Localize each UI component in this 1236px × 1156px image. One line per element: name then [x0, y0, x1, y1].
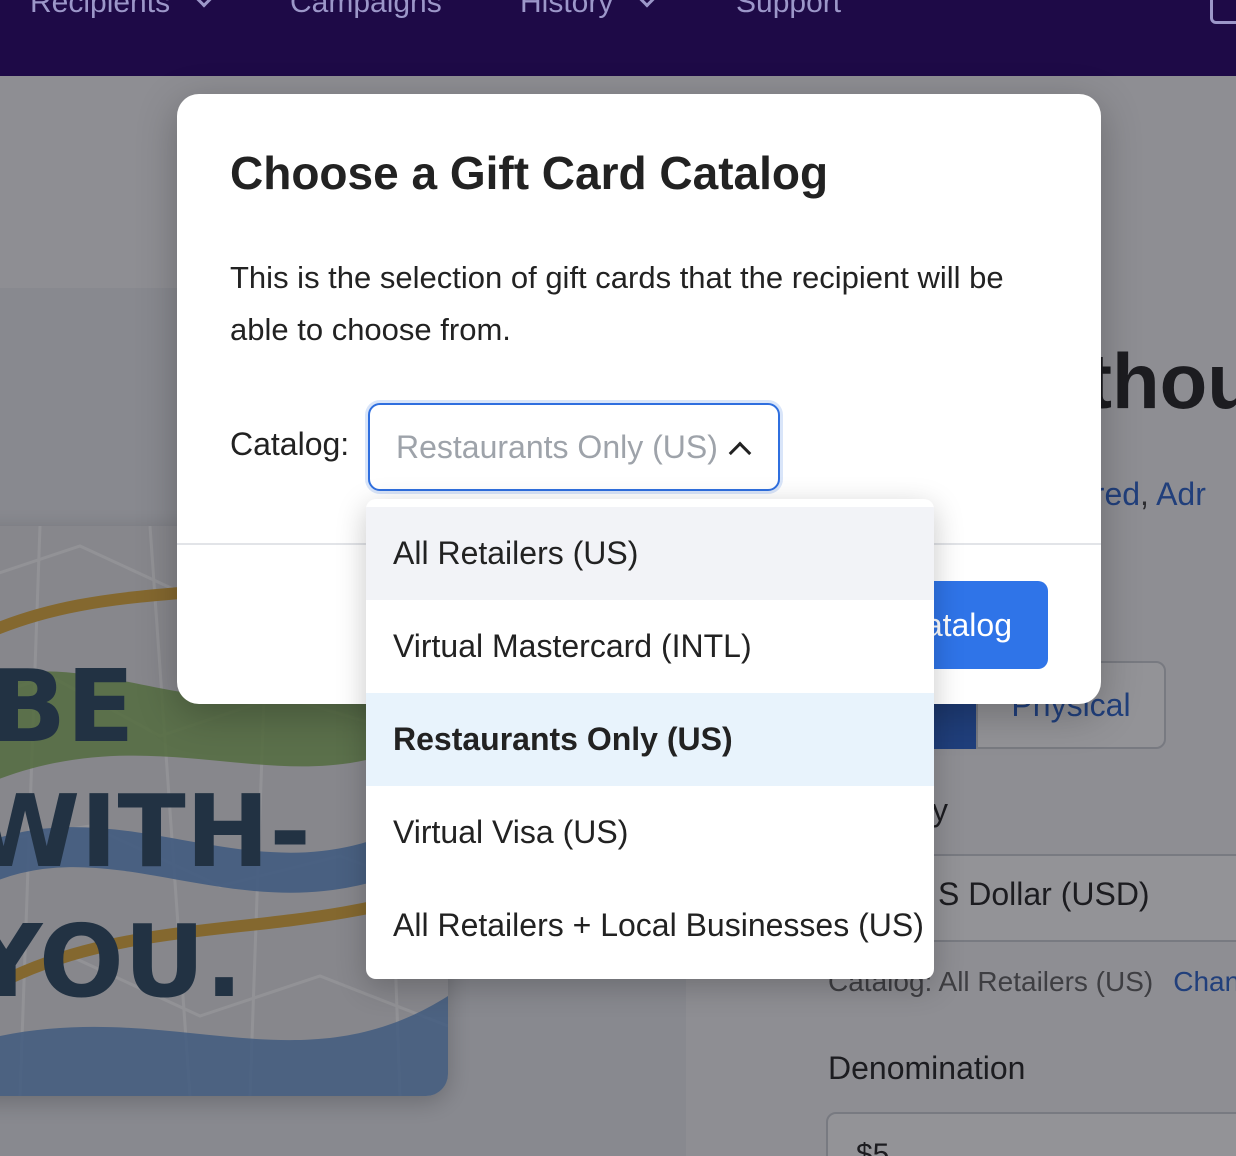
modal-title: Choose a Gift Card Catalog — [230, 147, 829, 199]
catalog-option-restaurants-only[interactable]: Restaurants Only (US) — [366, 693, 934, 786]
catalog-option-virtual-mastercard[interactable]: Virtual Mastercard (INTL) — [366, 600, 934, 693]
nav-support-label: Support — [736, 0, 842, 19]
chevron-down-icon — [638, 0, 656, 8]
account-icon[interactable] — [1210, 0, 1236, 24]
catalog-option-all-retailers[interactable]: All Retailers (US) — [366, 507, 934, 600]
catalog-option-all-retailers-local[interactable]: All Retailers + Local Businesses (US) — [366, 879, 934, 972]
catalog-option-virtual-visa[interactable]: Virtual Visa (US) — [366, 786, 934, 879]
nav-history[interactable]: History — [520, 0, 656, 20]
catalog-dropdown-menu: All Retailers (US) Virtual Mastercard (I… — [366, 499, 934, 979]
nav-recipients[interactable]: Recipients — [30, 0, 213, 20]
chevron-down-icon — [195, 0, 213, 8]
modal-description: This is the selection of gift cards that… — [230, 260, 1004, 347]
catalog-select[interactable]: Restaurants Only (US) — [368, 403, 780, 491]
catalog-label: Catalog: — [230, 426, 350, 462]
catalog-select-value: Restaurants Only (US) — [396, 429, 718, 465]
top-nav: Recipients Campaigns History Support — [0, 0, 1236, 76]
nav-history-label: History — [520, 0, 614, 19]
nav-campaigns[interactable]: Campaigns — [290, 0, 442, 20]
nav-campaigns-label: Campaigns — [290, 0, 442, 19]
nav-recipients-label: Recipients — [30, 0, 171, 19]
chevron-up-icon — [728, 441, 752, 465]
nav-support[interactable]: Support — [736, 0, 841, 20]
